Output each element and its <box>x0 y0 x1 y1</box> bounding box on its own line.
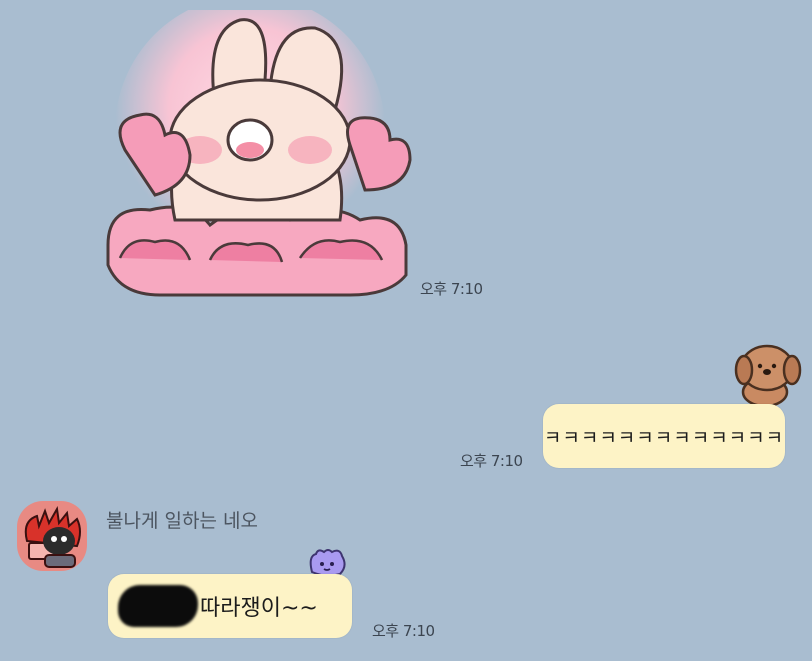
redacted-name-blot <box>118 585 198 627</box>
message-time: 오후 7:10 <box>372 622 435 640</box>
message-text: ㅋㅋㅋㅋㅋㅋㅋㅋㅋㅋㅋㅋㅋ <box>543 426 785 449</box>
incoming-message-bubble[interactable]: 따라쟁이~~ <box>108 574 352 638</box>
message-time: 오후 7:10 <box>460 452 523 470</box>
message-text: 따라쟁이~~ <box>200 596 318 621</box>
sender-name[interactable]: 불나게 일하는 네오 <box>106 506 258 533</box>
neo-character-icon <box>24 505 81 568</box>
bunny-hearts-sticker-icon <box>106 0 412 297</box>
avatar[interactable] <box>17 501 87 571</box>
brown-puppy-icon <box>732 340 802 410</box>
bunny-sticker[interactable] <box>100 0 420 300</box>
outgoing-message-bubble[interactable]: ㅋㅋㅋㅋㅋㅋㅋㅋㅋㅋㅋㅋㅋ <box>543 404 785 468</box>
message-time: 오후 7:10 <box>420 280 483 298</box>
